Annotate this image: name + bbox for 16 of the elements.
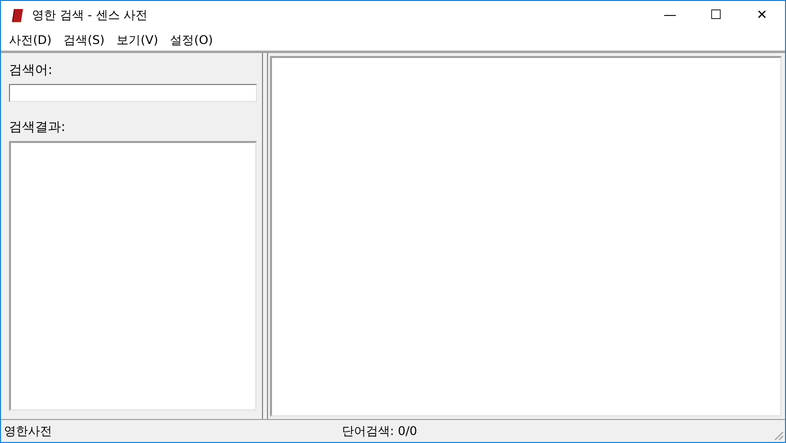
window-title: 영한 검색 - 센스 사전 [32, 7, 149, 24]
menu-item[interactable]: 보기(V) [110, 32, 164, 48]
status-text: 영한사전 [3, 422, 53, 440]
maximize-button[interactable]: ☐ [693, 1, 739, 30]
search-label: 검색어: [9, 62, 54, 79]
resize-grip-icon[interactable] [772, 429, 784, 441]
search-field[interactable] [9, 84, 257, 102]
minimize-button[interactable]: — [647, 1, 693, 30]
results-label: 검색결과: [9, 119, 66, 136]
book-icon [10, 8, 26, 24]
menu-item[interactable]: 검색(S) [58, 32, 111, 48]
status-text: 단어검색: 0/0 [342, 422, 418, 440]
menu-item[interactable]: 설정(O) [164, 32, 219, 48]
close-button[interactable]: ✕ [739, 1, 785, 30]
results-list[interactable] [9, 141, 257, 411]
menu-item[interactable]: 사전(D) [3, 32, 58, 48]
